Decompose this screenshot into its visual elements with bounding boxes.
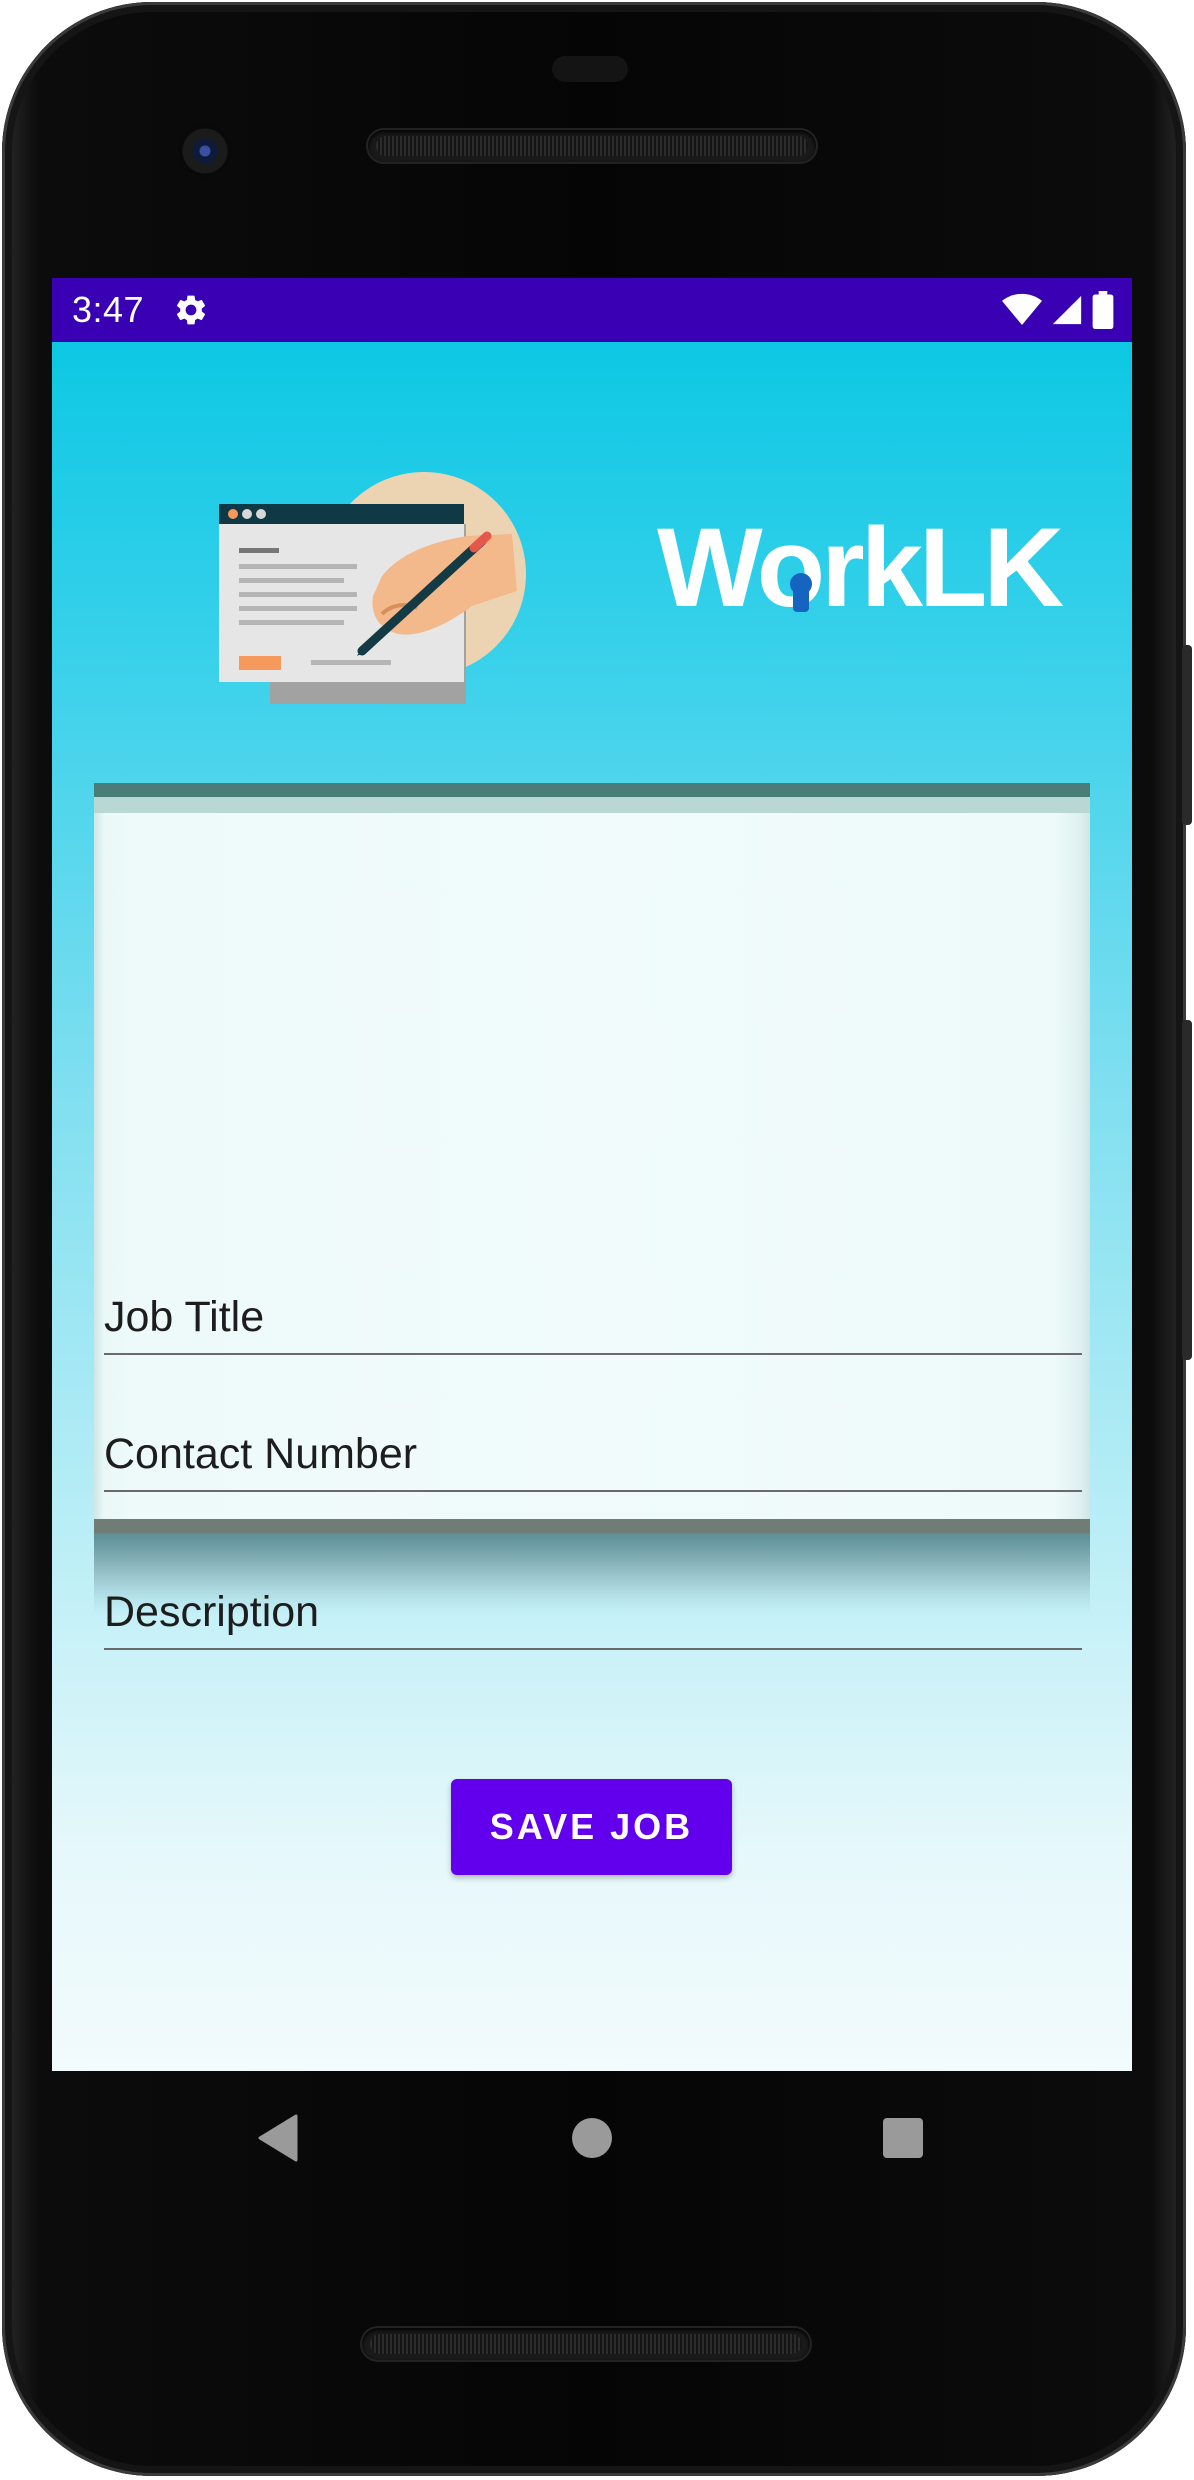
description-field[interactable]: Description — [104, 1576, 1082, 1650]
settings-icon — [176, 295, 206, 325]
job-title-hint: Job Title — [104, 1293, 265, 1341]
phone-device: 3:47 WorkLK Job Title Contact Number Des… — [0, 0, 1194, 2480]
recents-icon[interactable] — [882, 2117, 924, 2159]
contact-number-hint: Contact Number — [104, 1430, 418, 1478]
power-button — [1182, 645, 1192, 825]
app-screen: 3:47 WorkLK Job Title Contact Number Des… — [52, 278, 1132, 2071]
card-top-highlight — [94, 797, 1090, 813]
wifi-icon — [1002, 293, 1042, 325]
logo-text: WorkLK — [657, 506, 1063, 626]
volume-button — [1182, 1020, 1192, 1360]
home-icon[interactable] — [570, 2116, 614, 2160]
card-top-border — [94, 783, 1090, 797]
cellular-signal-icon — [1052, 295, 1082, 325]
worklk-logo: WorkLK — [657, 506, 1067, 626]
card-surface — [94, 813, 1090, 1519]
save-job-button[interactable]: SAVE JOB — [451, 1779, 732, 1875]
front-camera — [178, 124, 232, 178]
status-bar: 3:47 — [52, 278, 1132, 342]
description-hint: Description — [104, 1588, 320, 1636]
top-speaker — [368, 130, 816, 162]
job-title-field[interactable]: Job Title — [104, 1281, 1082, 1355]
card-bottom-border — [94, 1519, 1090, 1533]
back-icon[interactable] — [256, 2114, 300, 2162]
document-editing-illustration — [219, 472, 526, 704]
bottom-speaker — [362, 2328, 810, 2360]
status-icons — [1002, 290, 1114, 330]
battery-icon — [1092, 291, 1114, 329]
contact-number-field[interactable]: Contact Number — [104, 1418, 1082, 1492]
status-time: 3:47 — [72, 289, 145, 330]
proximity-sensor — [552, 56, 628, 82]
